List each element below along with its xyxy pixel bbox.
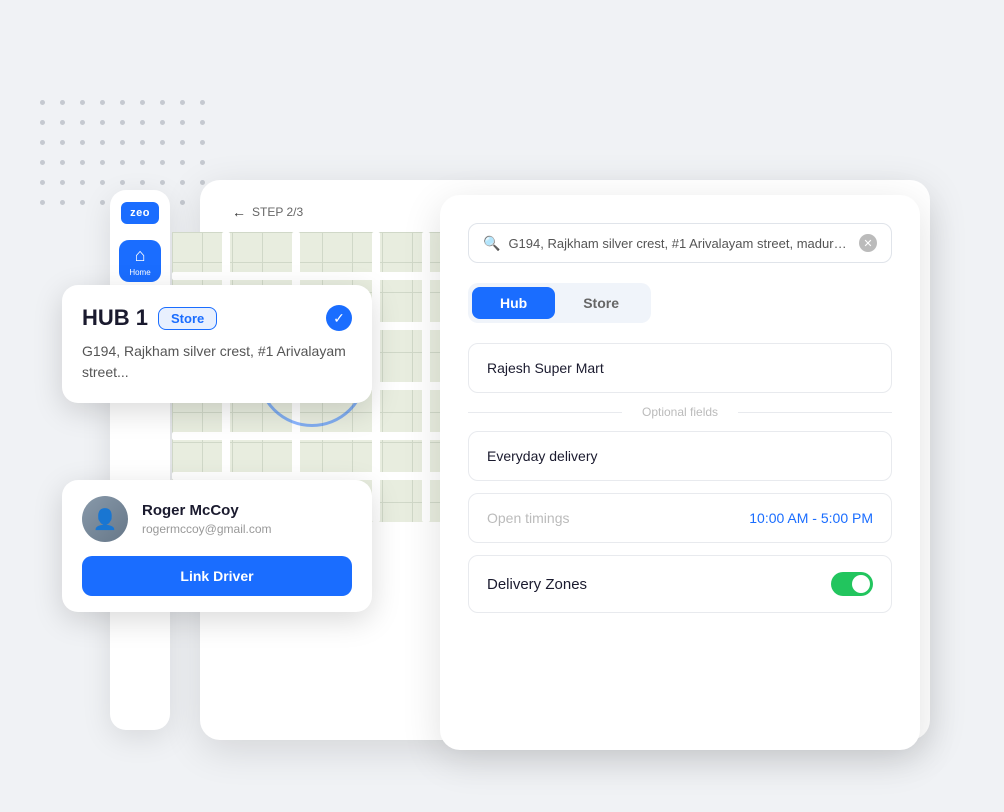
optional-fields-divider: Optional fields bbox=[468, 405, 892, 419]
hub-card-header: HUB 1 Store ✓ bbox=[82, 305, 352, 331]
driver-avatar: 👤 bbox=[82, 496, 128, 542]
description-field[interactable]: Everyday delivery bbox=[468, 431, 892, 481]
search-bar[interactable]: 🔍 G194, Rajkham silver crest, #1 Arivala… bbox=[468, 223, 892, 263]
open-timings-row[interactable]: Open timings 10:00 AM - 5:00 PM bbox=[468, 493, 892, 543]
driver-card: 👤 Roger McCoy rogermccoy@gmail.com Link … bbox=[62, 480, 372, 612]
hub-badge: Store bbox=[158, 307, 217, 330]
hub-title: HUB 1 bbox=[82, 305, 148, 331]
sidebar-panel: zeo ⌂ Home ☰ Feed 📍 Store bbox=[110, 190, 170, 730]
driver-details: Roger McCoy rogermccoy@gmail.com bbox=[142, 502, 272, 536]
delivery-zones-row: Delivery Zones bbox=[468, 555, 892, 613]
hub-store-toggle: Hub Store bbox=[468, 283, 651, 323]
hub-check-icon: ✓ bbox=[326, 305, 352, 331]
driver-avatar-image: 👤 bbox=[82, 496, 128, 542]
optional-label: Optional fields bbox=[634, 405, 726, 419]
driver-email: rogermccoy@gmail.com bbox=[142, 522, 272, 536]
store-toggle-button[interactable]: Store bbox=[555, 287, 647, 319]
form-panel: 🔍 G194, Rajkham silver crest, #1 Arivala… bbox=[440, 195, 920, 750]
search-text: G194, Rajkham silver crest, #1 Arivalaya… bbox=[508, 236, 851, 251]
delivery-zones-label: Delivery Zones bbox=[487, 576, 587, 593]
app-logo: zeo bbox=[121, 202, 159, 224]
back-arrow-icon: ← bbox=[232, 204, 246, 220]
hub-address: G194, Rajkham silver crest, #1 Arivalaya… bbox=[82, 341, 352, 383]
divider-line-left bbox=[468, 412, 622, 413]
driver-info: 👤 Roger McCoy rogermccoy@gmail.com bbox=[82, 496, 352, 542]
timings-value: 10:00 AM - 5:00 PM bbox=[749, 510, 873, 526]
hub-card: HUB 1 Store ✓ G194, Rajkham silver crest… bbox=[62, 285, 372, 403]
hub-toggle-button[interactable]: Hub bbox=[472, 287, 555, 319]
search-clear-button[interactable]: ✕ bbox=[859, 234, 877, 252]
search-icon: 🔍 bbox=[483, 235, 500, 252]
store-name-field[interactable]: Rajesh Super Mart bbox=[468, 343, 892, 393]
home-icon: ⌂ bbox=[135, 245, 146, 266]
delivery-zones-toggle[interactable] bbox=[831, 572, 873, 596]
timings-label: Open timings bbox=[487, 510, 569, 526]
divider-line-right bbox=[738, 412, 892, 413]
driver-name: Roger McCoy bbox=[142, 502, 272, 519]
sidebar-item-home[interactable]: ⌂ Home bbox=[119, 240, 161, 282]
link-driver-button[interactable]: Link Driver bbox=[82, 556, 352, 596]
